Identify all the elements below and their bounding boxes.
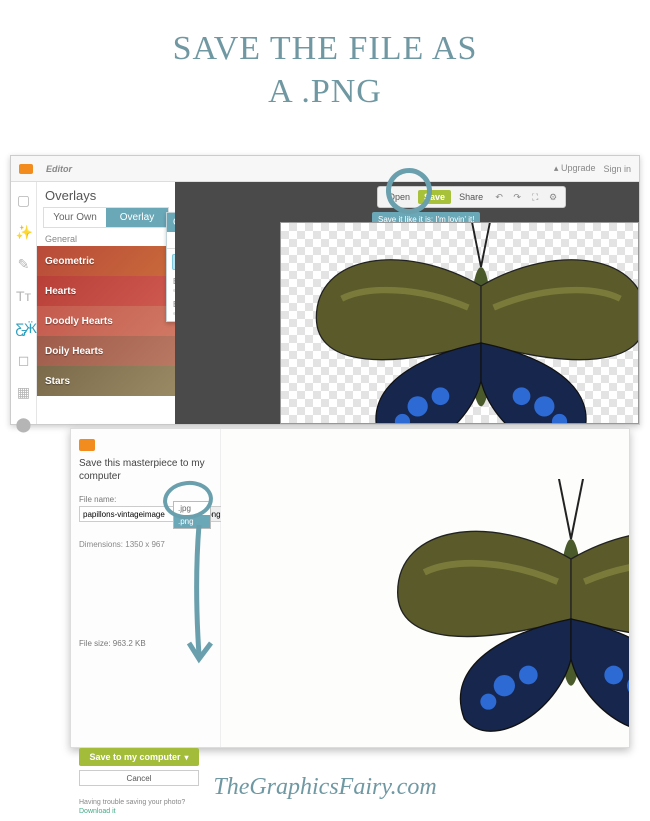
- save-to-computer-button[interactable]: Save to my computer▾: [79, 748, 199, 766]
- redo-icon[interactable]: ↷: [509, 192, 525, 203]
- general-label: General: [37, 228, 175, 246]
- undo-icon[interactable]: ↶: [491, 192, 507, 203]
- category-geometric[interactable]: Geometric: [37, 246, 175, 276]
- transparent-canvas[interactable]: [280, 222, 639, 424]
- editor-logo-icon: [19, 164, 33, 174]
- brush-icon[interactable]: ✎: [16, 256, 32, 272]
- title-line-2: A .PNG: [0, 71, 650, 114]
- overlays-tabs: Your Own Overlay: [43, 207, 169, 228]
- save-logo-icon: [79, 439, 95, 451]
- text-icon[interactable]: Tт: [16, 288, 32, 304]
- texture-icon[interactable]: ▦: [16, 384, 32, 400]
- category-doily-hearts[interactable]: Doily Hearts: [37, 336, 175, 366]
- title-line-1: SAVE THE FILE AS: [0, 28, 650, 71]
- save-heading: Save this masterpiece to my computer: [79, 457, 212, 483]
- editor-canvas-area: Open Save Share ↶ ↷ ⛶ ⚙ Save it like it …: [175, 182, 639, 424]
- category-doodly-hearts[interactable]: Doodly Hearts: [37, 306, 175, 336]
- tab-overlay[interactable]: Overlay: [106, 208, 168, 227]
- apple-icon[interactable]: ⬤: [16, 416, 32, 432]
- editor-window: Editor ▴ Upgrade Sign in ▢ ✨ ✎ Tт Ƹ̵̡Ӝ ◻…: [10, 155, 640, 425]
- editor-header: Editor ▴ Upgrade Sign in: [11, 156, 639, 182]
- page-title: SAVE THE FILE AS A .PNG: [0, 0, 650, 113]
- wand-icon[interactable]: ✨: [16, 224, 32, 240]
- download-link[interactable]: Download it: [79, 808, 116, 815]
- frame-icon[interactable]: ◻: [16, 352, 32, 368]
- canvas-toolbar: Open Save Share ↶ ↷ ⛶ ⚙: [377, 186, 566, 208]
- upgrade-link[interactable]: ▴ Upgrade: [554, 163, 596, 174]
- ext-option-jpg[interactable]: .jpg: [174, 502, 210, 515]
- overlays-panel: Overlays Your Own Overlay General Geomet…: [37, 182, 175, 424]
- annotation-arrow: [181, 525, 221, 675]
- share-button[interactable]: Share: [453, 190, 489, 204]
- save-preview-canvas: [221, 429, 629, 747]
- chevron-down-icon: ▾: [185, 753, 189, 762]
- settings-gear-icon[interactable]: ⚙: [545, 192, 561, 203]
- tab-your-own[interactable]: Your Own: [44, 208, 106, 227]
- crop-icon[interactable]: ▢: [16, 192, 32, 208]
- fullscreen-icon[interactable]: ⛶: [527, 192, 543, 203]
- editor-brand: Editor: [46, 164, 72, 174]
- category-hearts[interactable]: Hearts: [37, 276, 175, 306]
- overlays-title: Overlays: [37, 182, 175, 207]
- category-stars[interactable]: Stars: [37, 366, 175, 396]
- butterfly-icon[interactable]: Ƹ̵̡Ӝ: [16, 320, 32, 336]
- butterfly-preview-image: [371, 479, 629, 747]
- tool-strip: ▢ ✨ ✎ Tт Ƹ̵̡Ӝ ◻ ▦ ⬤: [11, 182, 37, 424]
- signin-link[interactable]: Sign in: [603, 164, 631, 174]
- save-dialog-window: Save this masterpiece to my computer Fil…: [70, 428, 630, 748]
- save-button[interactable]: Save: [418, 190, 451, 204]
- open-button[interactable]: Open: [382, 190, 416, 204]
- footer-credit: TheGraphicsFairy.com: [0, 774, 650, 801]
- butterfly-image: [291, 222, 639, 424]
